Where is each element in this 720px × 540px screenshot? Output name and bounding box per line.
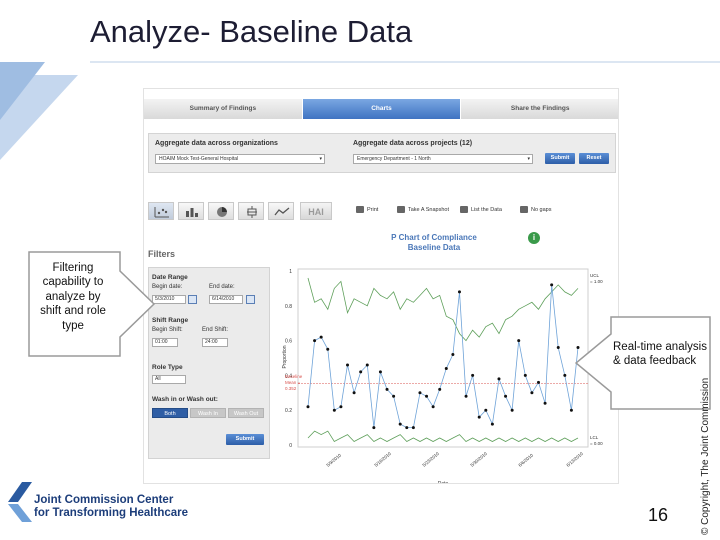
data-point xyxy=(510,408,514,412)
data-point xyxy=(425,394,429,398)
copyright-text: © Copyright, The Joint Commission xyxy=(700,377,711,535)
data-point xyxy=(332,408,336,412)
data-point xyxy=(484,408,488,412)
lcl-annotation: = 0.00 xyxy=(590,441,603,446)
data-point xyxy=(536,380,540,384)
data-point xyxy=(504,394,508,398)
logo-mark xyxy=(8,482,32,502)
baseline-annotation: Baseline xyxy=(285,374,303,379)
baseline-annotation: 0.352 xyxy=(285,386,297,391)
data-point xyxy=(523,373,527,377)
data-point xyxy=(471,373,475,377)
logo-line1: Joint Commission Center xyxy=(34,494,174,506)
data-point xyxy=(385,387,389,391)
ucl-annotation: UCL xyxy=(590,273,599,278)
app-screenshot: Summary of Findings Charts Share the Fin… xyxy=(143,88,619,484)
page-number: 16 xyxy=(648,505,669,525)
data-point xyxy=(346,363,350,367)
data-point xyxy=(497,377,501,381)
data-point xyxy=(569,408,573,412)
data-point xyxy=(418,391,422,395)
data-point xyxy=(556,346,560,350)
data-point xyxy=(306,405,310,409)
data-point xyxy=(563,373,567,377)
data-point xyxy=(550,283,554,287)
data-point xyxy=(490,422,494,426)
p-chart: 00.20.40.60.81ProportionBaselineMean =0.… xyxy=(282,268,603,484)
logo-line2: for Transforming Healthcare xyxy=(34,507,189,519)
data-point xyxy=(411,426,415,430)
callout-right-text: Real-time analysis & data feedback xyxy=(613,341,707,368)
data-point xyxy=(326,347,330,351)
logo-text: Joint Commission Center for Transforming… xyxy=(34,494,188,520)
data-point xyxy=(457,290,461,294)
data-point xyxy=(517,339,521,343)
x-tick-label: 5/16/2010 xyxy=(373,451,392,468)
logo-mark xyxy=(8,504,32,522)
data-point xyxy=(530,391,534,395)
lcl-annotation: LCL xyxy=(590,435,599,440)
plot-area xyxy=(297,268,589,448)
data-point xyxy=(339,405,343,409)
data-point xyxy=(378,370,382,374)
data-point xyxy=(359,370,363,374)
deco-band-light xyxy=(0,75,78,160)
x-tick-label: 6/13/2010 xyxy=(565,451,584,468)
y-tick-label: 0.8 xyxy=(285,304,292,310)
data-point xyxy=(365,363,369,367)
x-tick-label: 6/6/2010 xyxy=(517,452,534,467)
data-point xyxy=(352,391,356,395)
y-axis-label: Proportion xyxy=(282,345,288,368)
data-point xyxy=(477,415,481,419)
y-tick-label: 0.2 xyxy=(285,408,292,414)
callout-left-text: Filtering capability to analyze by shift… xyxy=(40,262,106,332)
data-point xyxy=(405,426,409,430)
data-point xyxy=(313,339,317,343)
deco-band-mid xyxy=(0,62,45,120)
data-point xyxy=(372,426,376,430)
y-tick-label: 0.6 xyxy=(285,339,292,345)
x-tick-label: 5/30/2010 xyxy=(469,451,488,468)
data-point xyxy=(319,335,323,339)
data-point xyxy=(431,405,435,409)
data-point xyxy=(464,394,468,398)
x-tick-label: 5/9/2010 xyxy=(325,452,342,467)
y-tick-label: 0 xyxy=(289,443,292,449)
ucl-annotation: = 1.00 xyxy=(590,279,603,284)
x-axis-label: Date xyxy=(438,481,449,484)
baseline-annotation: Mean = xyxy=(285,380,301,385)
data-point xyxy=(543,401,547,405)
data-point xyxy=(398,422,402,426)
y-tick-label: 1 xyxy=(289,269,292,275)
data-point xyxy=(451,353,455,357)
data-point xyxy=(444,366,448,370)
slide-title: Analyze- Baseline Data xyxy=(90,14,413,49)
data-point xyxy=(392,394,396,398)
data-point xyxy=(438,387,442,391)
x-tick-label: 5/23/2010 xyxy=(421,451,440,468)
